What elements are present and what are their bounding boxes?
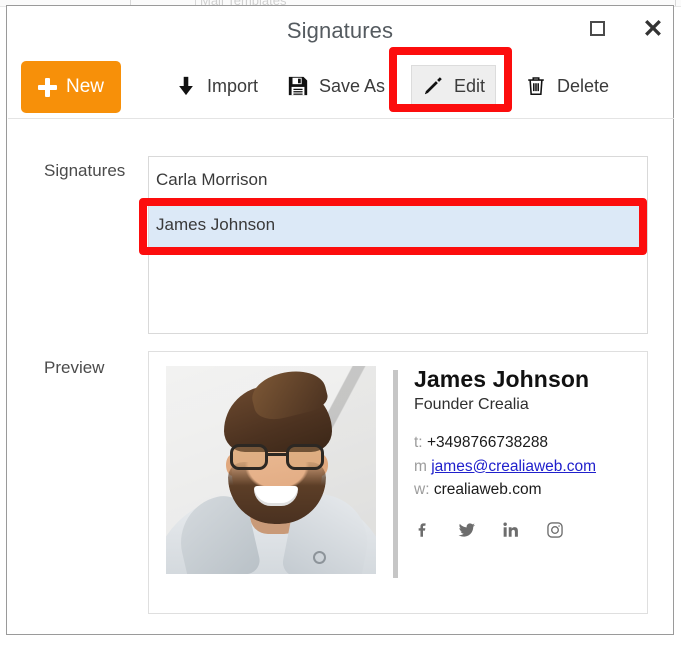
signatures-field-label: Signatures (44, 161, 126, 180)
plus-icon (37, 77, 57, 97)
contact-phone-key: t: (414, 434, 423, 451)
download-arrow-icon (175, 74, 197, 98)
dialog-titlebar: Signatures ✕ (7, 6, 673, 53)
preview-panel: James Johnson Founder Crealia t: +349876… (148, 351, 648, 614)
signature-name: James Johnson (414, 366, 590, 392)
social-links (414, 521, 629, 539)
contact-phone-row: t: +3498766738288 (414, 431, 629, 455)
photo-lens-right (286, 444, 324, 470)
photo-hoodie-eyelet (313, 551, 326, 564)
contact-phone-value: +3498766738288 (426, 434, 549, 451)
trash-icon (525, 74, 547, 98)
import-label: Import (207, 75, 259, 96)
new-button-label: New (65, 76, 104, 97)
close-button[interactable]: ✕ (637, 14, 669, 44)
contact-email-link[interactable]: james@crealiaweb.com (431, 458, 596, 475)
floppy-disk-icon (287, 74, 309, 98)
signatures-dialog: Signatures ✕ New Import Save As Edit Del… (6, 5, 674, 635)
edit-button[interactable]: Edit (411, 65, 497, 107)
toolbar-separator (8, 118, 674, 119)
photo-lens-left (230, 444, 268, 470)
signature-role: Founder Crealia (414, 396, 529, 413)
signature-listbox[interactable]: Carla Morrison James Johnson (148, 156, 648, 334)
dialog-toolbar: New Import Save As Edit Delete (7, 53, 673, 118)
new-button[interactable]: New (21, 61, 121, 113)
portrait-photo (166, 366, 376, 574)
contact-web-value: crealiaweb.com (433, 481, 542, 499)
preview-divider-bar (393, 370, 398, 578)
pencil-icon (422, 74, 444, 98)
facebook-icon[interactable] (414, 521, 432, 539)
dialog-title: Signatures (286, 18, 394, 43)
linkedin-icon[interactable] (502, 521, 520, 539)
import-button[interactable]: Import (165, 65, 268, 107)
background-divider (675, 0, 676, 6)
contact-web-key: w: (414, 481, 430, 499)
signature-contacts: t: +3498766738288 m james@crealiaweb.com… (414, 431, 629, 502)
contact-email-row: m james@crealiaweb.com (414, 455, 629, 479)
preview-field-label: Preview (44, 358, 105, 377)
signature-card: James Johnson Founder Crealia t: +349876… (414, 366, 629, 539)
delete-button[interactable]: Delete (515, 65, 619, 107)
save-as-button[interactable]: Save As (277, 65, 395, 107)
contact-email-key: m (414, 457, 427, 475)
delete-label: Delete (557, 75, 610, 96)
maximize-icon (590, 21, 605, 36)
instagram-icon[interactable] (546, 521, 564, 539)
close-icon: ✕ (642, 15, 664, 43)
list-item[interactable]: James Johnson (149, 202, 647, 247)
maximize-button[interactable] (582, 14, 614, 44)
list-item[interactable]: Carla Morrison (149, 157, 647, 202)
photo-glasses (226, 444, 330, 470)
twitter-icon[interactable] (458, 521, 476, 539)
edit-label: Edit (454, 75, 486, 96)
contact-web-row: w: crealiaweb.com (414, 478, 629, 502)
photo-glasses-bridge (268, 453, 286, 456)
save-as-label: Save As (319, 75, 386, 96)
